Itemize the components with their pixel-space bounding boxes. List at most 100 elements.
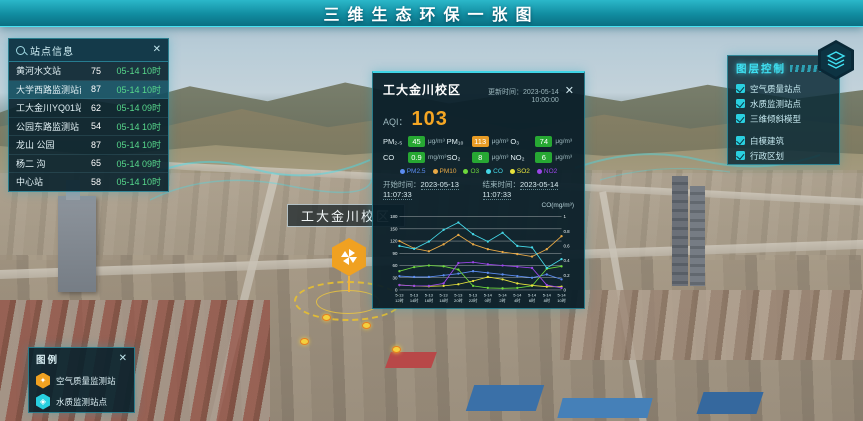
station-aqi-value: 54 (85, 121, 101, 131)
svg-text:10时: 10时 (557, 297, 566, 303)
svg-text:18时: 18时 (439, 297, 448, 303)
chart-legend-item[interactable]: PM10 (433, 168, 457, 175)
layer-label: 三维倾斜模型 (750, 113, 801, 125)
svg-text:22时: 22时 (469, 297, 478, 303)
svg-text:90: 90 (393, 251, 398, 256)
svg-text:120: 120 (390, 239, 398, 244)
station-row[interactable]: 龙山 公园 87 05-14 10时 (9, 136, 168, 155)
close-icon[interactable]: ✕ (153, 45, 161, 55)
layer-toggle[interactable]: 白模建筑 (736, 133, 831, 148)
svg-text:6时: 6时 (529, 297, 535, 303)
pollutant-value-chip: 6 (535, 152, 552, 163)
pollutant-trend-chart: 030609012015018000.20.40.60.815-1312时5-1… (383, 209, 576, 313)
pollutant-unit: μg/m³ (428, 138, 445, 145)
selection-ring-inner (316, 290, 380, 314)
pollutant-unit: mg/m³ (428, 154, 446, 161)
poi-dot[interactable] (392, 346, 401, 353)
pollutant-unit: μg/m³ (555, 138, 572, 145)
checkbox-checked-icon[interactable] (736, 136, 745, 145)
station-name: 大学西路监测站前 (16, 83, 81, 96)
station-update-time: 05-14 10时 (105, 120, 161, 133)
station-update-time: 05-14 09时 (105, 157, 161, 170)
chart-legend-item[interactable]: O3 (463, 168, 479, 175)
layer-label: 水质监测站点 (750, 98, 801, 110)
layer-toggle[interactable]: 三维倾斜模型 (736, 111, 831, 126)
station-aqi-value: 87 (85, 140, 101, 150)
station-list: 黄河水文站 75 05-14 10时大学西路监测站前 87 05-14 10时工… (9, 62, 168, 192)
checkbox-checked-icon[interactable] (736, 99, 745, 108)
station-row[interactable]: 中心站 58 05-14 10时 (9, 173, 168, 192)
legend-label: PM2.5 (407, 168, 426, 175)
legend-dot (510, 169, 515, 174)
tower-right-1 (672, 176, 688, 286)
chart-legend-item[interactable]: CO (486, 168, 503, 175)
legend-item-label: 空气质量监测站 (56, 375, 116, 387)
station-update-time: 05-14 09时 (105, 101, 161, 114)
station-update-time: 05-14 10时 (105, 138, 161, 151)
svg-text:4时: 4时 (514, 297, 520, 303)
station-row[interactable]: 黄河水文站 75 05-14 10时 (9, 62, 168, 81)
tower-right-2 (690, 186, 705, 286)
legend-dot (537, 169, 542, 174)
svg-text:5-13: 5-13 (395, 293, 404, 298)
layer-toggle[interactable]: 水质监测站点 (736, 96, 831, 111)
svg-text:12时: 12时 (395, 297, 404, 303)
station-row[interactable]: 杨二 沟 65 05-14 09时 (9, 155, 168, 174)
station-row[interactable]: 大学西路监测站前 87 05-14 10时 (9, 81, 168, 100)
pollutant-name: PM₁₀ (447, 137, 469, 146)
station-name: 黄河水文站 (16, 64, 81, 77)
legend-item: ◈ 水质监测站点 (36, 391, 127, 412)
station-row[interactable]: 公园东路监测站 54 05-14 10时 (9, 118, 168, 137)
pinwheel-glyph (339, 247, 359, 267)
pollutant-cell: O₃ 74 μg/m³ (510, 136, 574, 147)
tower-left (58, 196, 96, 292)
svg-text:0: 0 (563, 287, 566, 292)
station-row[interactable]: 工大金川YQ01站 62 05-14 09时 (9, 99, 168, 118)
svg-text:1: 1 (563, 214, 566, 219)
marker-stem (348, 276, 350, 292)
checkbox-checked-icon[interactable] (736, 84, 745, 93)
layer-panel-title: 图层控制 (736, 61, 786, 76)
pollutant-cell: NO₂ 6 μg/m³ (510, 152, 574, 163)
checkbox-checked-icon[interactable] (736, 151, 745, 160)
layer-label: 空气质量站点 (750, 83, 801, 95)
pollutant-value-chip: 113 (472, 136, 489, 147)
legend-marker-icon: ✦ (36, 373, 50, 389)
layer-toggle[interactable]: 空气质量站点 (736, 81, 831, 96)
pollutant-cell: PM₁₀ 113 μg/m³ (447, 136, 511, 147)
layer-toggle[interactable]: 行政区划 (736, 148, 831, 163)
station-aqi-value: 87 (85, 84, 101, 94)
chart-legend-item[interactable]: PM2.5 (400, 168, 426, 175)
right-axis-title: CO(mg/m³) (383, 202, 574, 209)
station-name: 工大金川YQ01站 (16, 101, 81, 114)
aqi-value: 103 (412, 108, 448, 131)
pollutant-value-chip: 8 (472, 152, 489, 163)
svg-text:20时: 20时 (454, 297, 463, 303)
station-aqi-value: 65 (85, 158, 101, 168)
svg-text:0.8: 0.8 (563, 229, 570, 234)
poi-dot[interactable] (300, 338, 309, 345)
pollutant-unit: μg/m³ (492, 154, 509, 161)
svg-text:5-14: 5-14 (499, 293, 508, 298)
close-icon[interactable]: ✕ (119, 354, 127, 364)
poi-dot[interactable] (362, 322, 371, 329)
close-icon[interactable]: ✕ (565, 84, 574, 97)
layers-icon (826, 51, 846, 69)
layer-label: 行政区划 (750, 150, 784, 162)
legend-list: ✦ 空气质量监测站 ◈ 水质监测站点 (36, 370, 127, 412)
poi-dot[interactable] (322, 314, 331, 321)
station-panel-title: 站点信息 (30, 43, 148, 58)
checkbox-checked-icon[interactable] (736, 114, 745, 123)
svg-text:0.4: 0.4 (563, 258, 570, 263)
svg-text:5-13: 5-13 (440, 293, 449, 298)
pollutant-cell: PM₂.₅ 45 μg/m³ (383, 136, 447, 147)
svg-text:5-14: 5-14 (557, 293, 566, 298)
station-panel-header: 站点信息 ✕ (9, 39, 168, 62)
time-range-row: 开始时间：2023-05-13 11:07:33 结束时间：2023-05-14… (383, 179, 574, 199)
station-aqi-value: 75 (85, 66, 101, 76)
chart-legend-item[interactable]: SO2 (510, 168, 530, 175)
svg-text:5-13: 5-13 (410, 293, 419, 298)
pollutant-value-chip: 45 (408, 136, 425, 147)
pollutant-name: SO₂ (447, 153, 469, 162)
chart-legend-item[interactable]: NO2 (537, 168, 557, 175)
